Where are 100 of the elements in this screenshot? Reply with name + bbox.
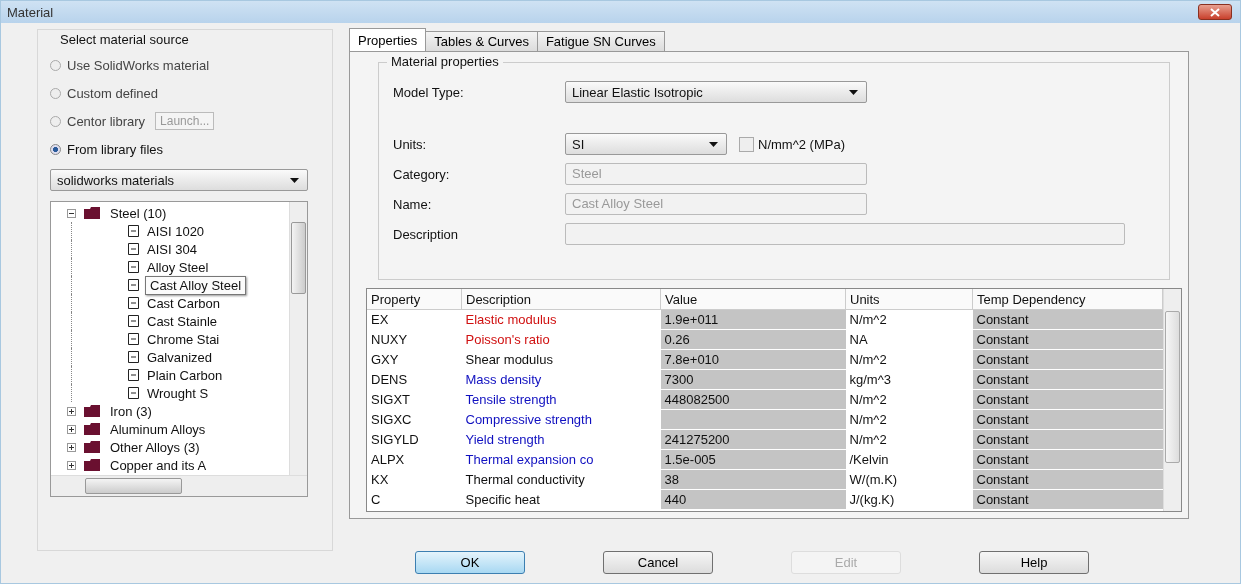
tree-item[interactable]: Iron (3) — [108, 403, 154, 419]
document-icon — [128, 297, 139, 309]
tree-item[interactable]: Alloy Steel — [145, 259, 211, 275]
tree-item[interactable]: Wrought S — [145, 385, 211, 401]
close-icon — [1210, 7, 1220, 17]
expander-icon[interactable] — [67, 424, 76, 434]
expander-icon[interactable] — [67, 460, 76, 470]
description-field[interactable] — [565, 223, 1125, 245]
table-cell: 7.8e+010 — [660, 349, 846, 370]
tree-item[interactable]: Copper and its A — [108, 457, 209, 473]
folder-icon — [84, 459, 100, 471]
table-cell: kg/m^3 — [845, 369, 973, 390]
document-icon — [128, 387, 139, 399]
table-cell: /Kelvin — [845, 449, 973, 470]
table-cell: Constant — [972, 349, 1163, 370]
tree-item-tooltip[interactable]: Cast Alloy Steel — [145, 275, 247, 295]
tab[interactable]: Fatigue SN Curves — [536, 31, 665, 51]
document-icon — [128, 225, 139, 237]
table-cell: Constant — [972, 309, 1163, 330]
table-cell: 1.5e-005 — [660, 449, 846, 470]
radio-option[interactable]: Centor library — [50, 113, 146, 129]
table-cell: SIGYLD — [367, 429, 462, 450]
table-cell: J/(kg.K) — [845, 489, 973, 510]
document-icon — [128, 351, 139, 363]
tree-item[interactable]: Steel (10) — [108, 205, 169, 221]
table-cell: N/m^2 — [845, 409, 973, 430]
dropdown-arrow-icon — [709, 142, 718, 147]
field-label: Model Type: — [393, 84, 465, 100]
dropdown-arrow-icon — [849, 90, 858, 95]
table-cell: Constant — [972, 489, 1163, 510]
group-title: Select material source — [60, 32, 190, 47]
window-title: Material — [7, 4, 54, 20]
model-type-dropdown[interactable]: Linear Elastic Isotropic — [565, 81, 867, 103]
tree-item[interactable]: Plain Carbon — [145, 367, 225, 383]
tab[interactable]: Tables & Curves — [425, 31, 538, 51]
table-cell: ALPX — [367, 449, 462, 470]
column-header[interactable]: Temp Dependency — [972, 289, 1163, 310]
table-cell: 0.26 — [660, 329, 846, 350]
table-cell: Constant — [972, 469, 1163, 490]
table-cell: GXY — [367, 349, 462, 370]
table-cell: SIGXC — [367, 409, 462, 430]
folder-icon — [84, 405, 100, 417]
table-cell: Yield strength — [461, 429, 661, 450]
horizontal-scrollbar[interactable] — [51, 475, 307, 496]
tree-item[interactable]: Cast Carbon — [145, 295, 222, 311]
mpa-checkbox[interactable]: N/mm^2 (MPa) — [739, 136, 845, 152]
table-cell: Tensile strength — [461, 389, 661, 410]
tree-item[interactable]: Chrome Stai — [145, 331, 222, 347]
document-icon — [128, 279, 139, 291]
table-cell: N/m^2 — [845, 309, 973, 330]
expander-icon[interactable] — [67, 406, 76, 416]
vertical-scrollbar[interactable] — [1163, 289, 1181, 511]
table-cell: Constant — [972, 409, 1163, 430]
dialog-button[interactable]: Help — [979, 551, 1089, 574]
table-cell: Constant — [972, 449, 1163, 470]
group-title: Material properties — [387, 54, 503, 69]
tab[interactable]: Properties — [349, 28, 427, 51]
radio-option[interactable]: Use SolidWorks material — [50, 57, 210, 73]
field-label: Category: — [393, 166, 451, 182]
units-dropdown[interactable]: SI — [565, 133, 727, 155]
radio-option[interactable]: Custom defined — [50, 85, 159, 101]
table-cell: Compressive strength — [461, 409, 661, 430]
table-cell: Elastic modulus — [461, 309, 661, 330]
expander-icon[interactable] — [67, 442, 76, 452]
table-cell: Constant — [972, 389, 1163, 410]
radio-option[interactable]: From library files — [50, 141, 164, 157]
table-cell: C — [367, 489, 462, 510]
library-dropdown[interactable]: solidworks materials — [50, 169, 308, 191]
dialog-button[interactable]: Cancel — [603, 551, 713, 574]
close-button[interactable] — [1198, 4, 1232, 20]
tree-item[interactable]: Galvanized — [145, 349, 215, 365]
table-cell: Constant — [972, 329, 1163, 350]
table-cell: W/(m.K) — [845, 469, 973, 490]
tree-item[interactable]: AISI 1020 — [145, 223, 207, 239]
table-cell: Thermal expansion co — [461, 449, 661, 470]
tree-item[interactable]: AISI 304 — [145, 241, 199, 257]
field-label: Name: — [393, 196, 433, 212]
column-header[interactable]: Value — [660, 289, 846, 310]
table-cell: Poisson's ratio — [461, 329, 661, 350]
dropdown-arrow-icon — [290, 178, 299, 183]
table-cell: Shear modulus — [461, 349, 661, 370]
dialog-button[interactable]: OK — [415, 551, 525, 574]
document-icon — [128, 243, 139, 255]
tree-item[interactable]: Other Alloys (3) — [108, 439, 202, 455]
table-cell: 7300 — [660, 369, 846, 390]
document-icon — [128, 261, 139, 273]
tree-item[interactable]: Cast Stainle — [145, 313, 220, 329]
column-header[interactable]: Description — [461, 289, 661, 310]
table-cell: SIGXT — [367, 389, 462, 410]
table-cell: 448082500 — [660, 389, 846, 410]
column-header[interactable]: Units — [845, 289, 973, 310]
vertical-scrollbar[interactable] — [289, 202, 307, 476]
table-cell: NA — [845, 329, 973, 350]
table-cell: Specific heat — [461, 489, 661, 510]
expander-icon[interactable] — [67, 208, 76, 218]
column-header[interactable]: Property — [367, 289, 462, 310]
tree-item[interactable]: Aluminum Alloys — [108, 421, 208, 437]
table-cell: Thermal conductivity — [461, 469, 661, 490]
table-cell: KX — [367, 469, 462, 490]
table-cell: 1.9e+011 — [660, 309, 846, 330]
